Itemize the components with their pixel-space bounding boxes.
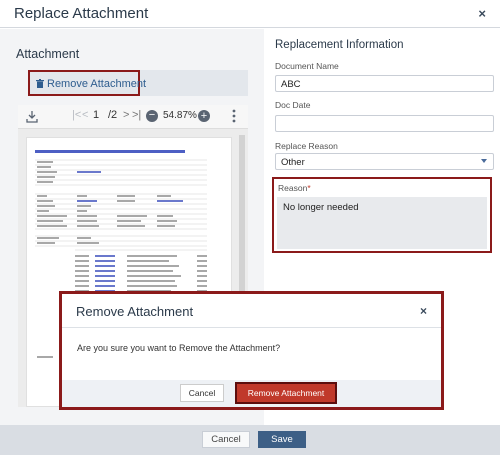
remove-attachment-label: Remove Attachment — [47, 78, 147, 90]
confirm-dialog-title: Remove Attachment — [76, 304, 194, 319]
page-current[interactable]: 1 — [93, 109, 99, 121]
download-icon[interactable] — [26, 110, 38, 123]
page-total: /2 — [108, 109, 118, 121]
next-page-icon[interactable]: > — [123, 109, 129, 121]
reason-label-text: Reason — [278, 183, 308, 193]
button-row-background — [140, 70, 248, 96]
confirm-remove-attachment-button[interactable]: Remove Attachment — [235, 382, 337, 404]
document-name-input[interactable]: ABC — [275, 75, 494, 92]
replace-reason-select[interactable]: Other — [275, 153, 494, 170]
previous-page-icon[interactable]: < — [82, 109, 88, 121]
replace-reason-value: Other — [281, 157, 305, 168]
remove-attachment-confirm-dialog: Remove Attachment × Are you sure you wan… — [59, 291, 444, 410]
reason-field-group: Reason* No longer needed — [272, 177, 492, 253]
confirm-dialog-footer: Cancel Remove Attachment — [62, 380, 441, 407]
cancel-button[interactable]: Cancel — [202, 431, 250, 448]
close-icon[interactable]: × — [420, 304, 427, 318]
confirm-dialog-message: Are you sure you want to Remove the Atta… — [77, 343, 281, 353]
chevron-down-icon — [481, 159, 487, 163]
modal-footer: Cancel Save — [0, 425, 500, 455]
remove-attachment-button[interactable]: Remove Attachment — [28, 70, 146, 96]
divider — [62, 327, 441, 328]
modal-header: Replace Attachment × — [0, 0, 500, 28]
zoom-out-icon[interactable]: − — [146, 110, 158, 122]
doc-date-label: Doc Date — [275, 100, 311, 110]
confirm-cancel-button[interactable]: Cancel — [180, 384, 224, 402]
attachment-section-title: Attachment — [16, 47, 80, 61]
more-options-icon[interactable] — [232, 109, 236, 123]
doc-date-input[interactable] — [275, 115, 494, 132]
modal-title: Replace Attachment — [14, 5, 149, 22]
first-page-icon[interactable]: |< — [72, 109, 81, 121]
zoom-in-icon[interactable]: + — [198, 110, 210, 122]
replacement-section-title: Replacement Information — [275, 39, 404, 51]
trash-icon — [36, 79, 44, 88]
zoom-level: 54.87% — [163, 110, 197, 121]
document-name-label: Document Name — [275, 61, 339, 71]
viewer-toolbar: |< < 1 /2 > >| − 54.87% + — [18, 105, 248, 129]
replace-attachment-modal: Replace Attachment × Attachment Remove A… — [0, 0, 500, 455]
save-button[interactable]: Save — [258, 431, 306, 448]
reason-label: Reason* — [278, 183, 311, 193]
reason-textarea[interactable]: No longer needed — [277, 197, 487, 249]
required-marker: * — [307, 183, 311, 193]
replace-reason-label: Replace Reason — [275, 141, 338, 151]
last-page-icon[interactable]: >| — [132, 109, 141, 121]
close-icon[interactable]: × — [478, 6, 486, 21]
